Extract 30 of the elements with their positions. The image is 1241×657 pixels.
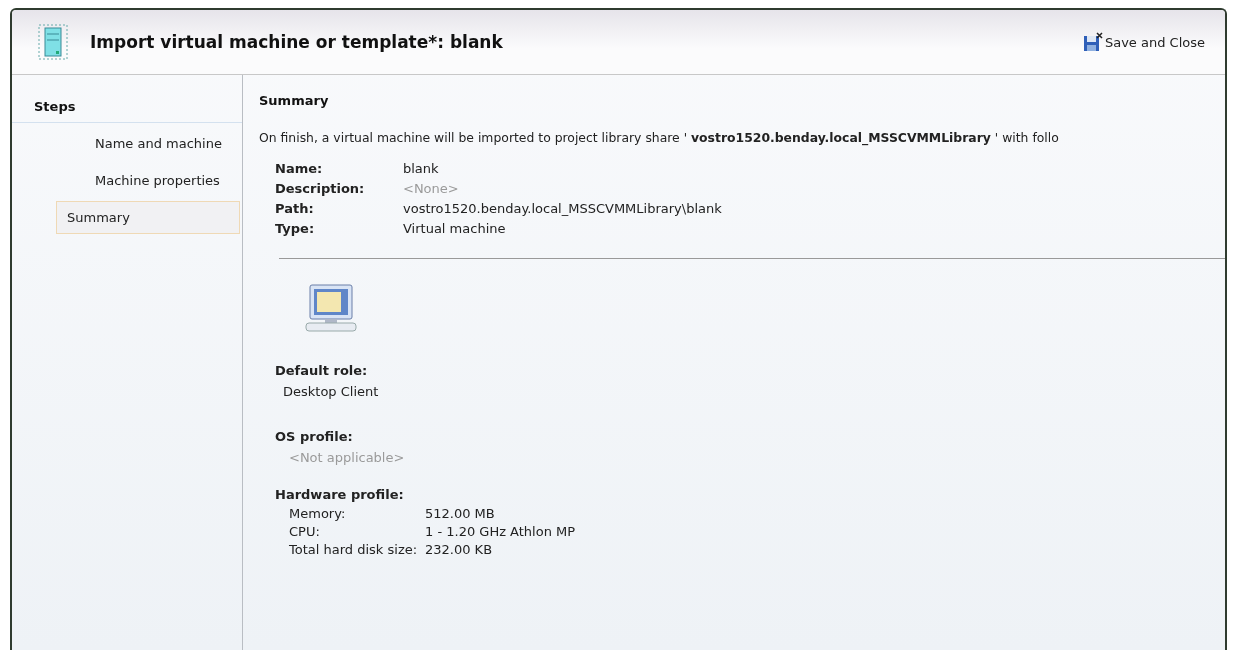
hardware-label: Total hard disk size: <box>289 542 419 557</box>
hardware-value: 1 - 1.20 GHz Athlon MP <box>425 524 577 539</box>
property-value: Virtual machine <box>403 221 507 236</box>
step-item[interactable]: Name and machine <box>56 127 240 160</box>
property-label: Path: <box>275 201 315 216</box>
hardware-label: Memory: <box>289 506 347 521</box>
floppy-disk-icon <box>1082 32 1103 52</box>
summary-heading: Summary <box>259 93 330 108</box>
property-label: Name: <box>275 161 324 176</box>
hardware-value: 232.00 KB <box>425 542 494 557</box>
steps-heading: Steps <box>12 93 242 123</box>
section-heading: Hardware profile: <box>275 487 405 502</box>
hardware-value: 512.00 MB <box>425 506 496 521</box>
hardware-label: CPU: <box>289 524 321 539</box>
section-heading: Default role: <box>275 363 369 378</box>
property-value: blank <box>403 161 440 176</box>
computer-icon <box>305 283 357 333</box>
property-value: <None> <box>403 181 460 196</box>
property-label: Type: <box>275 221 316 236</box>
window-title: Import virtual machine or template*: blank <box>90 32 504 52</box>
property-value: vostro1520.benday.local_MSSCVMMLibrary\blank <box>403 201 723 216</box>
server-icon <box>38 24 68 60</box>
step-item[interactable]: Machine properties <box>56 164 240 197</box>
step-item[interactable]: Summary <box>56 201 240 234</box>
section-value: <Not applicable> <box>289 450 406 465</box>
property-label: Description: <box>275 181 366 196</box>
section-heading: OS profile: <box>275 429 354 444</box>
section-value: Desktop Client <box>283 384 380 399</box>
save-and-close-button[interactable]: Save and Close <box>1082 32 1205 52</box>
summary-sentence: On finish, a virtual machine will be imported to project library share ' vostro1520.benday.local_MSSCVMMLibrary ' with follo <box>259 130 1060 145</box>
